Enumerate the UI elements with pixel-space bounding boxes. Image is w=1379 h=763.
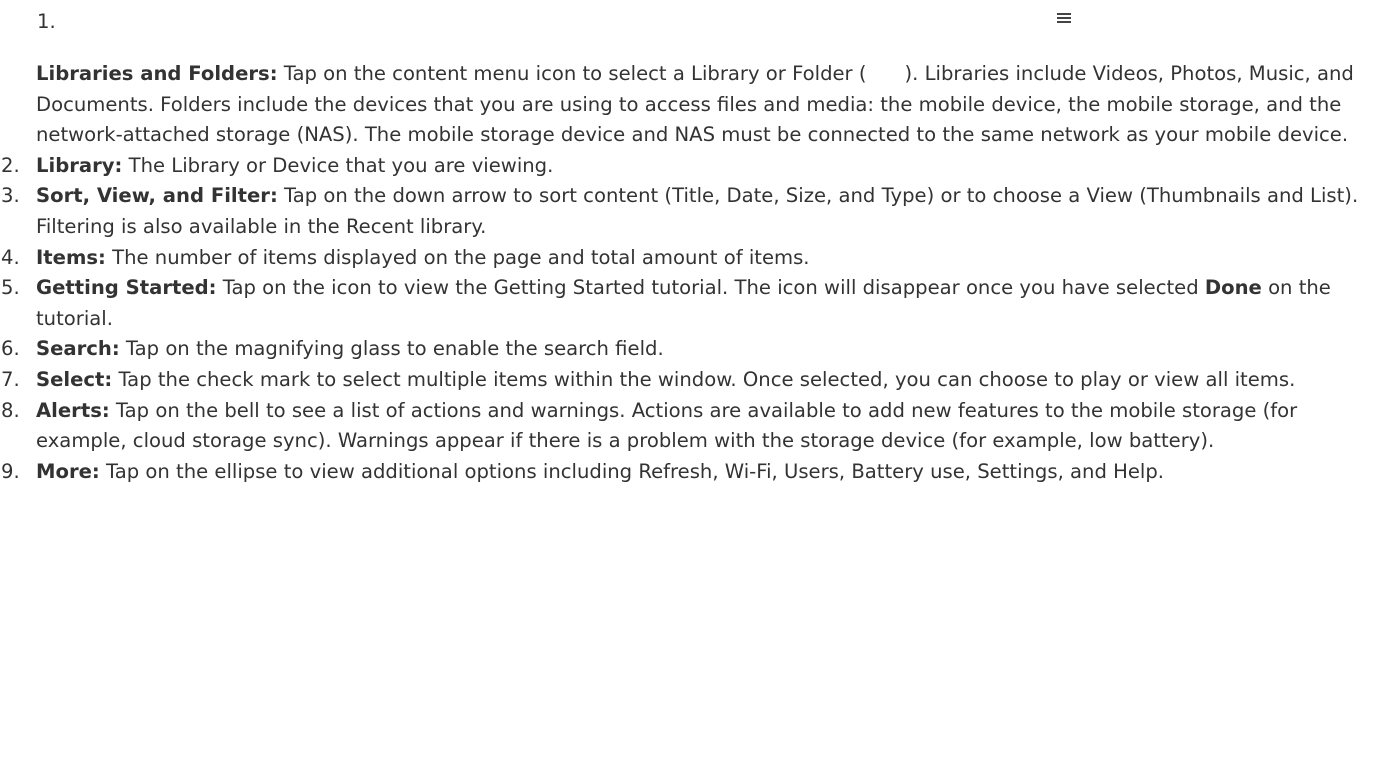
item-title: Select: — [36, 367, 113, 391]
item-title: More: — [36, 459, 100, 483]
item-number: 4. — [1, 245, 20, 269]
item-text: The number of items displayed on the pag… — [105, 245, 810, 269]
item-number: 3. — [1, 184, 20, 208]
list-item-more: 9. More: Tap on the ellipse to view addi… — [0, 457, 1379, 488]
list-item-alerts: 8. Alerts: Tap on the bell to see a list… — [0, 396, 1379, 457]
list-item-select: 7. Select: Tap the check mark to select … — [0, 365, 1379, 396]
item-text-part-a: Tap on the content menu icon to select a… — [277, 62, 867, 85]
list-item-library: 2. Library: The Library or Device that y… — [0, 151, 1379, 182]
item-title: Sort, View, and Filter: — [36, 184, 278, 208]
document-body: 1. Libraries and Folders: Tap on the con… — [0, 0, 1379, 763]
list-item-header-row: 1. — [36, 0, 1375, 40]
item-title: Search: — [36, 337, 120, 361]
list-item-sort-view-filter: 3. Sort, View, and Filter: Tap on the do… — [0, 181, 1379, 242]
list-item-items: 4. Items: The number of items displayed … — [0, 243, 1379, 274]
item-description: Libraries and Folders: Tap on the conten… — [36, 59, 1375, 151]
item-text-part-a: Tap on the icon to view the Getting Star… — [216, 276, 1205, 300]
item-number: 1. — [37, 10, 56, 33]
item-number: 7. — [1, 367, 20, 391]
item-title: Getting Started: — [36, 276, 217, 300]
list-item-search: 6. Search: Tap on the magnifying glass t… — [0, 334, 1379, 365]
item-text: Tap the check mark to select multiple it… — [112, 367, 1296, 391]
list-item-getting-started: 5. Getting Started: Tap on the icon to v… — [0, 273, 1379, 334]
item-title: Libraries and Folders: — [36, 62, 278, 85]
item-number: 9. — [1, 459, 20, 483]
list-item-libraries-and-folders: 1. Libraries and Folders: Tap on the con… — [0, 0, 1379, 151]
item-text: Tap on the bell to see a list of actions… — [36, 398, 1298, 453]
item-number: 8. — [1, 398, 20, 422]
menu-icon — [1057, 13, 1071, 23]
item-number: 6. — [1, 337, 20, 361]
item-text: Tap on the ellipse to view additional op… — [99, 459, 1165, 483]
numbered-list: 1. Libraries and Folders: Tap on the con… — [0, 0, 1379, 487]
done-emphasis: Done — [1204, 276, 1262, 300]
item-title: Library: — [36, 153, 123, 177]
item-text: The Library or Device that you are viewi… — [122, 153, 554, 177]
item-number: 5. — [1, 276, 20, 300]
item-number: 2. — [1, 153, 20, 177]
item-title: Alerts: — [36, 398, 110, 422]
item-title: Items: — [36, 245, 106, 269]
item-text: Tap on the magnifying glass to enable th… — [119, 337, 664, 361]
